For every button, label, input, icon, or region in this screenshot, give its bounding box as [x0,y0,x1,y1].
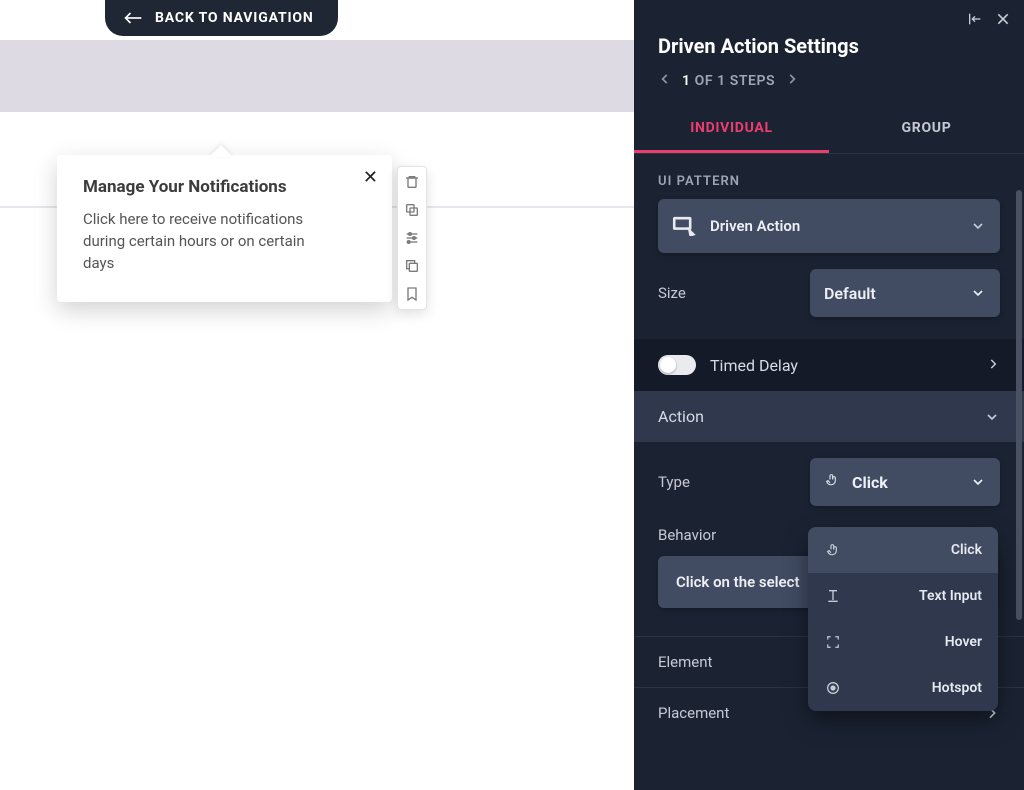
tool-strip [397,166,427,310]
type-label: Type [658,473,690,491]
tab-individual[interactable]: INDIVIDUAL [634,106,829,153]
size-select[interactable]: Default [810,269,1000,317]
close-icon[interactable]: ✕ [363,167,378,188]
bookmark-icon[interactable] [403,285,421,303]
expand-icon [824,633,842,651]
timed-delay-label: Timed Delay [710,356,798,375]
tab-group[interactable]: GROUP [829,106,1024,153]
type-option-label: Click [854,542,982,558]
gray-band [0,40,634,112]
driven-action-icon [672,216,698,236]
chevron-right-icon [986,356,1000,375]
chevron-down-icon [970,218,986,234]
step-of: OF [695,73,713,89]
sliders-icon[interactable] [403,229,421,247]
ui-pattern-label: UI PATTERN [634,154,1024,199]
behavior-label: Behavior [658,526,716,544]
back-label: BACK TO NAVIGATION [155,10,314,26]
size-label: Size [658,284,686,302]
scrollbar[interactable] [1016,190,1022,620]
timed-delay-row[interactable]: Timed Delay [634,339,1024,391]
type-option-label: Hover [854,634,982,650]
step-next-button[interactable] [785,72,799,90]
type-option-hotspot[interactable]: Hotspot [808,665,998,711]
tabs: INDIVIDUAL GROUP [634,106,1024,154]
trash-icon[interactable] [403,173,421,191]
close-panel-icon[interactable] [994,10,1012,28]
type-option-click[interactable]: Click [808,527,998,573]
action-section-label: Action [658,407,704,426]
back-to-navigation-button[interactable]: BACK TO NAVIGATION [105,0,338,36]
chevron-down-icon [970,285,986,301]
ui-pattern-select[interactable]: Driven Action [658,199,1000,253]
step-navigator: 1 OF 1 STEPS [634,72,1024,106]
copy-icon[interactable] [403,201,421,219]
tap-icon [824,541,842,559]
type-option-label: Hotspot [854,680,982,696]
tooltip-body: Click here to receive notifications duri… [83,209,333,274]
hotspot-icon [824,679,842,697]
size-value: Default [824,284,876,303]
tap-icon [824,470,840,494]
behavior-button-text: Click on the select [676,573,800,591]
step-current: 1 [682,73,691,89]
duplicate-icon[interactable] [403,257,421,275]
arrow-left-icon [123,11,143,25]
collapse-icon[interactable] [966,10,984,28]
chevron-down-icon [970,474,986,490]
element-section-label: Element [658,653,712,671]
text-input-icon [824,587,842,605]
timed-delay-toggle[interactable] [658,355,696,375]
step-total: 1 [717,73,726,89]
step-prev-button[interactable] [658,72,672,90]
type-dropdown: Click Text Input Hover Hotspot [808,527,998,711]
type-value: Click [852,473,888,492]
type-option-label: Text Input [854,588,982,604]
type-option-text-input[interactable]: Text Input [808,573,998,619]
canvas-area: BACK TO NAVIGATION ✕ Manage Your Notific… [0,0,634,790]
type-select[interactable]: Click [810,458,1000,506]
ui-pattern-value: Driven Action [710,217,800,235]
chevron-down-icon [984,409,1000,425]
type-option-hover[interactable]: Hover [808,619,998,665]
placement-section-label: Placement [658,704,729,722]
tooltip-card: ✕ Manage Your Notifications Click here t… [57,155,392,302]
step-label: STEPS [730,73,775,89]
tooltip-title: Manage Your Notifications [83,177,366,197]
action-section-header[interactable]: Action [634,391,1024,442]
